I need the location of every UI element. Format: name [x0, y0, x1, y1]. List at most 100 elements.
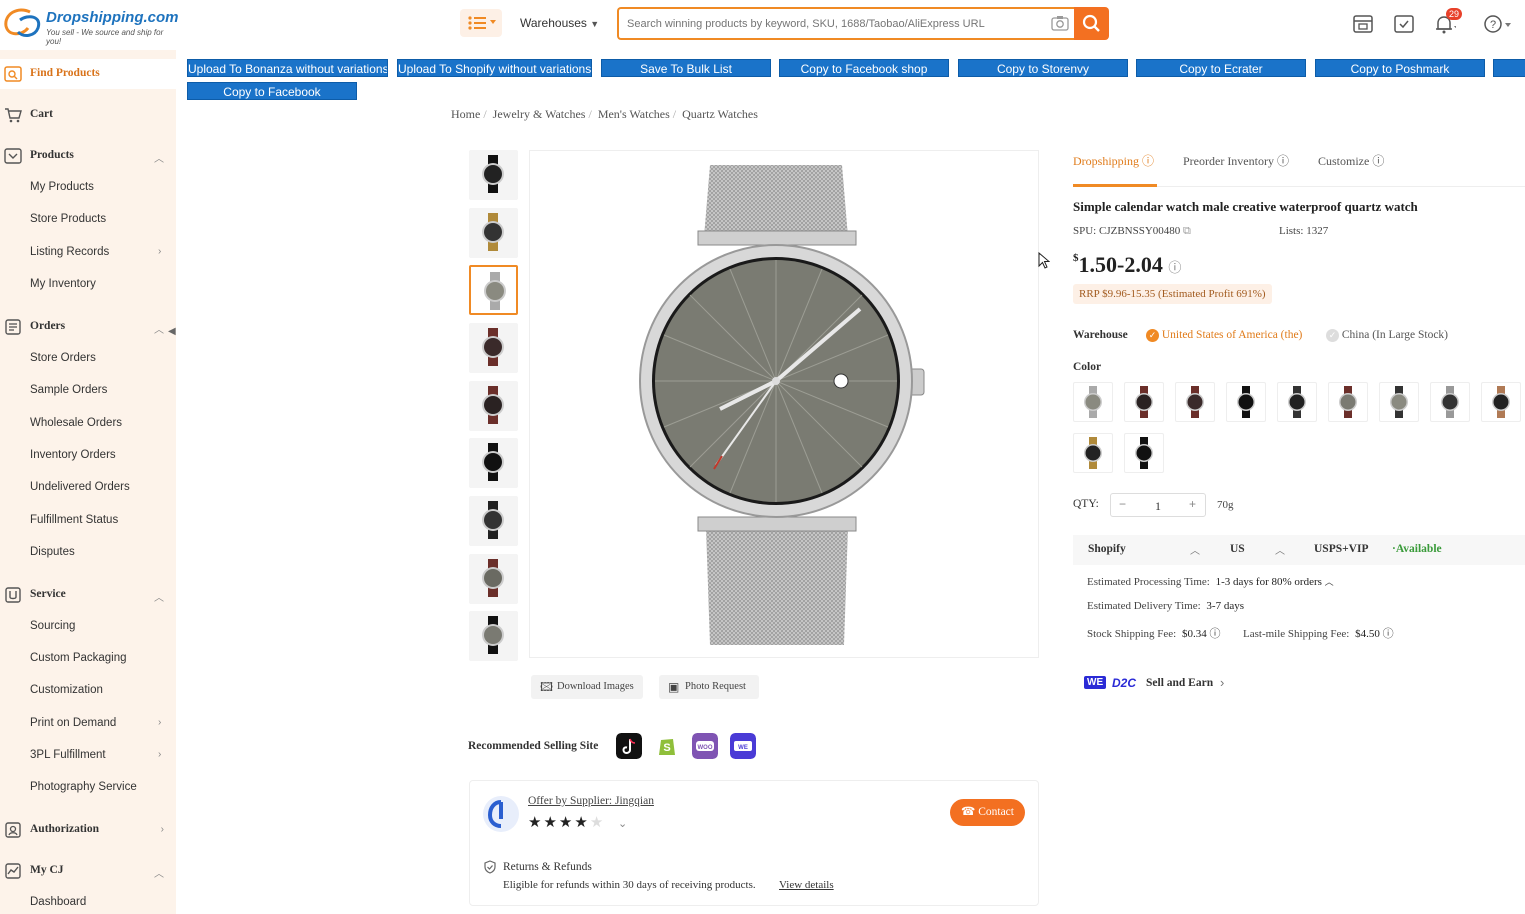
copy-facebook-button[interactable]: Copy to Facebook: [187, 82, 357, 100]
sidebar-item-store-products[interactable]: Store Products: [30, 213, 106, 225]
help-circle-icon[interactable]: ⓘ: [1383, 628, 1394, 640]
logo[interactable]: Dropshipping.com You sell - We source an…: [2, 6, 179, 46]
chevron-up-icon[interactable]: ︿: [1190, 542, 1200, 557]
color-swatch[interactable]: [1328, 382, 1368, 422]
sidebar-item-store-orders[interactable]: Store Orders: [30, 352, 96, 364]
breadcrumb-home[interactable]: Home: [451, 107, 480, 121]
product-thumbnail[interactable]: [469, 208, 518, 258]
shopify-icon[interactable]: S: [654, 733, 680, 759]
sidebar-item-sample-orders[interactable]: Sample Orders: [30, 384, 107, 396]
sidebar-item-wholesale-orders[interactable]: Wholesale Orders: [30, 417, 122, 429]
ship-country[interactable]: US: [1230, 543, 1245, 555]
color-swatch[interactable]: [1226, 382, 1266, 422]
product-thumbnail[interactable]: [469, 323, 518, 373]
sidebar-item-inventory-orders[interactable]: Inventory Orders: [30, 449, 116, 461]
ship-platform[interactable]: Shopify: [1088, 543, 1126, 555]
sidebar-item-customization[interactable]: Customization: [30, 684, 103, 696]
sidebar-section-authorization[interactable]: Authorization ›: [0, 815, 176, 845]
product-thumbnail[interactable]: [469, 496, 518, 546]
chevron-up-icon[interactable]: ︿: [1325, 577, 1334, 587]
sidebar-item-find-products[interactable]: Find Products: [0, 59, 176, 89]
search-input[interactable]: [617, 7, 1075, 40]
sidebar-section-service[interactable]: Service ︿: [0, 580, 176, 610]
chevron-up-icon[interactable]: ︿: [1275, 542, 1285, 557]
copy-icon[interactable]: ⧉: [1183, 225, 1191, 237]
product-thumbnail[interactable]: [469, 381, 518, 431]
color-swatch[interactable]: [1124, 382, 1164, 422]
sidebar-item-my-inventory[interactable]: My Inventory: [30, 278, 96, 290]
tab-dropshipping[interactable]: Dropshipping ⓘ: [1073, 152, 1154, 169]
logo-icon: [4, 8, 41, 37]
product-thumbnail[interactable]: [469, 265, 518, 315]
sidebar-section-orders[interactable]: Orders ︿: [0, 312, 176, 342]
sidebar-item-custom-packaging[interactable]: Custom Packaging: [30, 652, 127, 664]
warehouse-option-china[interactable]: ✓ China (In Large Stock): [1326, 329, 1448, 342]
chevron-down-icon[interactable]: ⌄: [618, 817, 627, 830]
sidebar-item-3pl-fulfillment[interactable]: 3PL Fulfillment ›: [30, 749, 170, 761]
search-button[interactable]: [1074, 7, 1109, 40]
help-icon[interactable]: ?: [1482, 12, 1516, 36]
color-swatch[interactable]: [1124, 433, 1164, 473]
qty-value[interactable]: 1: [1155, 499, 1161, 514]
copy-poshmark-button[interactable]: Copy to Poshmark: [1315, 59, 1485, 77]
main-product-image[interactable]: [529, 150, 1039, 658]
product-thumbnail[interactable]: [469, 150, 518, 200]
color-swatch[interactable]: [1481, 382, 1521, 422]
view-details-link[interactable]: View details: [779, 879, 834, 891]
product-thumbnail[interactable]: [469, 554, 518, 604]
sidebar-item-listing-records[interactable]: Listing Records ›: [30, 246, 170, 258]
tiktok-icon[interactable]: [616, 733, 642, 759]
color-swatch[interactable]: [1073, 433, 1113, 473]
quantity-stepper[interactable]: − 1 +: [1110, 493, 1206, 517]
contact-button[interactable]: ☎ Contact: [950, 799, 1025, 826]
minus-icon[interactable]: −: [1119, 497, 1126, 511]
warehouse-option-usa[interactable]: ✓ United States of America (the): [1146, 329, 1302, 342]
d2c-sell-and-earn-button[interactable]: WE D2C Sell and Earn ›: [1076, 670, 1240, 700]
copy-ecrater-button[interactable]: Copy to Ecrater: [1136, 59, 1306, 77]
tab-customize[interactable]: Customize ⓘ: [1318, 152, 1384, 169]
sidebar-item-photography-service[interactable]: Photography Service: [30, 781, 137, 793]
sidebar-section-my-cj[interactable]: My CJ ︿: [0, 856, 176, 886]
collapse-sidebar-icon[interactable]: ◀: [168, 326, 178, 344]
help-circle-icon[interactable]: ⓘ: [1209, 628, 1220, 640]
copy-storenvy-button[interactable]: Copy to Storenvy: [958, 59, 1128, 77]
save-bulk-list-button[interactable]: Save To Bulk List: [601, 59, 771, 77]
color-swatch[interactable]: [1277, 382, 1317, 422]
color-swatch[interactable]: [1175, 382, 1215, 422]
sidebar-item-undelivered-orders[interactable]: Undelivered Orders: [30, 481, 130, 493]
color-swatch[interactable]: [1430, 382, 1470, 422]
calendar-icon[interactable]: [1351, 12, 1375, 36]
sidebar-item-disputes[interactable]: Disputes: [30, 546, 75, 558]
camera-icon[interactable]: [1051, 15, 1069, 31]
woocommerce-icon[interactable]: WOO: [692, 733, 718, 759]
breadcrumb-quartz-watches[interactable]: Quartz Watches: [682, 107, 758, 121]
plus-icon[interactable]: +: [1189, 497, 1196, 511]
color-swatch[interactable]: [1073, 382, 1113, 422]
sidebar-item-print-on-demand[interactable]: Print on Demand ›: [30, 717, 170, 729]
product-thumbnail[interactable]: [469, 438, 518, 488]
task-icon[interactable]: [1392, 12, 1416, 36]
breadcrumb-mens-watches[interactable]: Men's Watches: [598, 107, 670, 121]
sidebar-item-my-products[interactable]: My Products: [30, 181, 94, 193]
upload-bonanza-button[interactable]: Upload To Bonanza without variations: [187, 59, 388, 77]
photo-request-button[interactable]: ▣ Photo Request: [659, 675, 759, 699]
sidebar-item-sourcing[interactable]: Sourcing: [30, 620, 75, 632]
product-thumbnail[interactable]: [469, 611, 518, 661]
sidebar-section-products[interactable]: Products ︿: [0, 141, 176, 171]
sidebar-item-fulfillment-status[interactable]: Fulfillment Status: [30, 514, 118, 526]
warehouses-dropdown[interactable]: Warehouses ▼: [520, 16, 599, 30]
sidebar-item-cart[interactable]: Cart: [0, 100, 176, 130]
tab-preorder-inventory[interactable]: Preorder Inventory ⓘ: [1183, 152, 1289, 169]
copy-facebook-shop-button[interactable]: Copy to Facebook shop: [779, 59, 949, 77]
help-circle-icon[interactable]: ⓘ: [1168, 260, 1181, 275]
breadcrumb-jewelry-watches[interactable]: Jewelry & Watches: [493, 107, 586, 121]
upload-shopify-button[interactable]: Upload To Shopify without variations: [397, 59, 592, 77]
supplier-offer-link[interactable]: Offer by Supplier: Jingqian: [528, 795, 654, 807]
more-actions-button[interactable]: [1493, 59, 1525, 77]
sidebar-item-dashboard[interactable]: Dashboard: [30, 896, 86, 908]
category-menu-button[interactable]: [460, 9, 502, 37]
we-d2c-icon[interactable]: WE: [730, 733, 756, 759]
download-images-button[interactable]: 🖾 Download Images: [531, 675, 643, 699]
color-swatch[interactable]: [1379, 382, 1419, 422]
ship-method[interactable]: USPS+VIP: [1314, 543, 1368, 555]
